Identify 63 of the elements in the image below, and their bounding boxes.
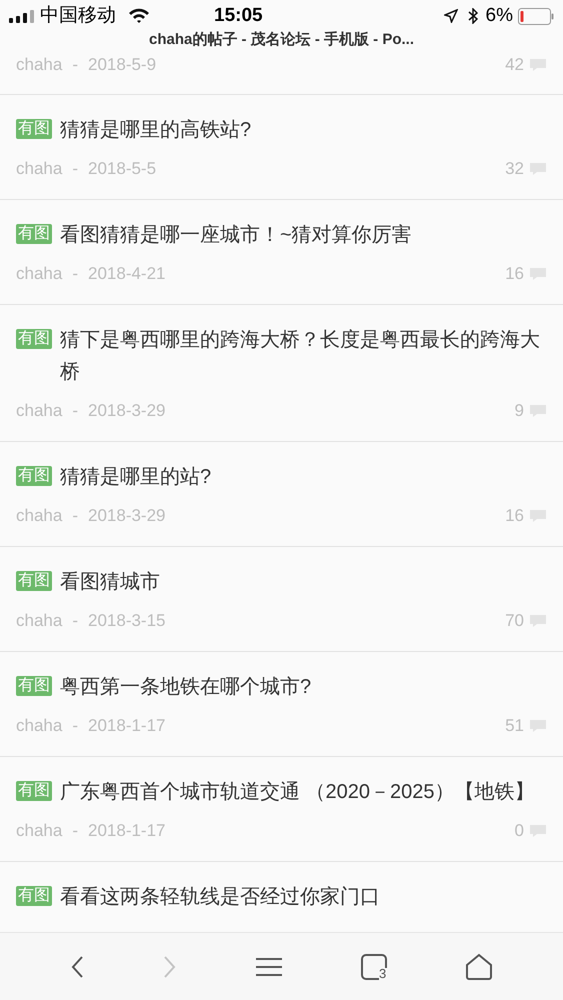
reply-count: 16: [505, 263, 524, 285]
post-title[interactable]: 猜猜是哪里的高铁站?: [60, 114, 547, 146]
post-author: chaha: [16, 715, 62, 737]
forward-chevron-icon: [162, 954, 177, 978]
battery-icon: [518, 8, 554, 24]
post-date: 2018-5-9: [88, 54, 156, 76]
post-title[interactable]: 看图猜猜是哪一座城市！~猜对算你厉害: [60, 219, 547, 251]
meta-separator: -: [72, 263, 78, 285]
image-tag: 有图: [16, 329, 52, 349]
meta-separator: -: [72, 54, 78, 76]
reply-count: 16: [505, 505, 524, 527]
image-tag: 有图: [16, 119, 52, 139]
post-title[interactable]: 猜猜是哪里的站?: [60, 461, 547, 493]
signal-icon: [9, 10, 35, 22]
back-chevron-icon: [70, 954, 84, 978]
post-date: 2018-3-29: [88, 505, 166, 527]
menu-icon: [256, 956, 282, 976]
image-tag: 有图: [16, 571, 52, 591]
reply-count: 70: [505, 610, 524, 632]
post-title[interactable]: 看看这两条轻轨线是否经过你家门口: [60, 881, 547, 913]
home-icon: [465, 952, 494, 980]
page-title: chaha的帖子 - 茂名论坛 - 手机版 - Po...: [148, 32, 415, 48]
post-date: 2018-1-17: [88, 715, 166, 737]
reply-count: 9: [514, 400, 524, 422]
reply-count: 42: [505, 54, 524, 76]
reply-count: 32: [505, 158, 524, 180]
meta-separator: -: [72, 505, 78, 527]
meta-separator: -: [72, 610, 78, 632]
post-title[interactable]: 看图猜城市: [60, 566, 547, 598]
image-tag: 有图: [16, 781, 52, 801]
post-title[interactable]: 猜下是粤西哪里的跨海大桥？长度是粤西最长的跨海大桥: [60, 324, 547, 388]
wifi-icon: [128, 8, 150, 24]
post-author: chaha: [16, 610, 62, 632]
clock-time: 15:05: [214, 4, 263, 28]
location-icon: [444, 9, 458, 23]
meta-separator: -: [72, 158, 78, 180]
post-author: chaha: [16, 820, 62, 842]
tabs-button[interactable]: 3: [354, 948, 392, 986]
post-author: chaha: [16, 54, 62, 76]
tabs-icon: [360, 954, 387, 980]
image-tag: 有图: [16, 466, 52, 486]
post-author: chaha: [16, 158, 62, 180]
post-title[interactable]: 广东粤西首个城市轨道交通 （2020－2025）【地铁】: [60, 776, 547, 808]
bluetooth-icon: [468, 8, 478, 24]
image-tag: 有图: [16, 886, 52, 906]
post-author: chaha: [16, 263, 62, 285]
post-title[interactable]: 粤西第一条地铁在哪个城市?: [60, 671, 547, 703]
carrier-name: 中国移动: [40, 4, 116, 28]
meta-separator: -: [72, 400, 78, 422]
post-date: 2018-3-15: [88, 610, 166, 632]
reply-count: 51: [505, 715, 524, 737]
image-tag: 有图: [16, 224, 52, 244]
post-date: 2018-5-5: [88, 158, 156, 180]
meta-separator: -: [72, 715, 78, 737]
post-date: 2018-3-29: [88, 400, 166, 422]
meta-separator: -: [72, 820, 78, 842]
reply-count: 0: [514, 820, 524, 842]
post-author: chaha: [16, 400, 62, 422]
post-date: 2018-1-17: [88, 820, 166, 842]
post-author: chaha: [16, 505, 62, 527]
image-tag: 有图: [16, 676, 52, 696]
post-date: 2018-4-21: [88, 263, 166, 285]
battery-percent: 6%: [486, 4, 513, 28]
